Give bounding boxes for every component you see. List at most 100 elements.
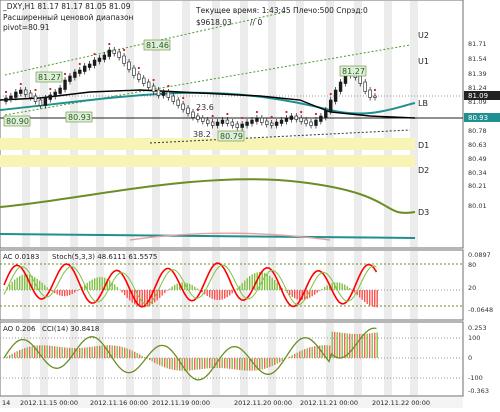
ac-bar <box>74 290 75 293</box>
fractal-marker <box>20 83 22 85</box>
session-shade <box>212 251 220 319</box>
candle-body <box>24 90 27 95</box>
candle-body <box>241 124 244 128</box>
ac-bar <box>192 285 193 290</box>
candle-body <box>44 98 47 106</box>
candle-body <box>182 104 185 110</box>
fractal-marker <box>241 117 243 119</box>
candle-body <box>319 116 322 122</box>
ao-bar <box>159 358 160 365</box>
ao-bar <box>39 345 40 358</box>
ac-bar <box>219 290 220 300</box>
candle-body <box>201 118 204 122</box>
session-shade <box>354 1 362 247</box>
candle-body <box>19 90 22 94</box>
trading-chart-window: 81.46 81.27 81.27 80.90 80.93 80.79 23.6… <box>0 0 500 408</box>
ao-bar <box>92 347 93 358</box>
time-axis-label: 2012.11.19 00:00 <box>152 399 210 407</box>
ac-bar <box>347 286 348 290</box>
ac-bar <box>22 275 23 290</box>
ao-bar <box>204 358 205 369</box>
candle-body <box>167 92 170 98</box>
ac-bar <box>232 290 233 293</box>
ao-tick-label: -100 <box>468 374 483 382</box>
fractal-marker <box>330 93 332 95</box>
time-axis-label: 2012.11.22 00:00 <box>372 399 430 407</box>
ac-bar <box>114 284 115 290</box>
ao-bar <box>244 358 245 371</box>
ac-bar <box>44 285 45 290</box>
fractal-marker <box>108 43 110 45</box>
candle-body <box>226 120 229 124</box>
ao-bar <box>232 358 233 369</box>
ac-bar <box>89 281 90 290</box>
candle-body <box>133 68 136 76</box>
price-tick-label: 81.54 <box>468 55 487 63</box>
level-label-d3: D3 <box>418 208 429 217</box>
ao-bar <box>102 346 103 358</box>
ac-bar <box>77 290 78 291</box>
candle-body <box>152 86 155 92</box>
ao-bar <box>279 358 280 362</box>
ac-bar <box>324 287 325 290</box>
ac-bar <box>274 280 275 290</box>
ac-bar <box>12 282 13 290</box>
ac-bar <box>142 290 143 307</box>
time-axis-label: 2012.11.16 00:00 <box>90 399 148 407</box>
price-axis: 81.7181.5481.3981.2481.0980.9380.7880.63… <box>468 40 487 210</box>
tag-low-3: 80.79 <box>220 132 243 141</box>
ao-bar <box>119 346 120 358</box>
ao-bar <box>372 333 373 358</box>
ao-bar <box>222 358 223 368</box>
ac-bar <box>342 283 343 290</box>
ao-bar <box>132 351 133 358</box>
candle-body <box>310 122 313 126</box>
ac-bar <box>359 290 360 297</box>
ac-tick-label: -0.0648 <box>468 306 493 314</box>
ao-bar <box>307 348 308 358</box>
indicator-name-label: Расширенный ценовой диапазон <box>3 13 134 22</box>
ac-bar <box>214 290 215 300</box>
ao-bar <box>227 358 228 369</box>
ao-bar <box>327 345 328 358</box>
candle-body <box>14 92 17 98</box>
symbol-ohlc-label: _DXY,H1 81.17 81.17 81.05 81.09 <box>2 2 131 11</box>
candle-body <box>211 122 214 126</box>
candle-body <box>49 95 52 100</box>
candle-body <box>280 120 283 124</box>
ao-bar <box>252 358 253 371</box>
ac-value-label: AC 0.0183 <box>3 253 39 261</box>
ao-bar <box>264 358 265 369</box>
ao-tick-label: 0.253 <box>468 324 487 332</box>
ac-bar <box>297 290 298 299</box>
ao-bar <box>154 358 155 363</box>
ao-bar <box>59 347 60 358</box>
candle-body <box>142 78 145 84</box>
session-shade <box>410 323 418 395</box>
ao-bar <box>89 347 90 358</box>
ao-bar <box>44 345 45 358</box>
ao-bar <box>277 358 278 364</box>
ac-bar <box>94 278 95 290</box>
fractal-marker <box>182 97 184 99</box>
chart-canvas[interactable]: 81.46 81.27 81.27 80.90 80.93 80.79 23.6… <box>0 0 500 408</box>
ao-bar <box>17 351 18 358</box>
level-label-d1: D1 <box>418 141 429 150</box>
ac-bar <box>369 290 370 305</box>
session-shade <box>410 1 418 247</box>
ac-bar <box>42 283 43 290</box>
fractal-marker <box>79 63 81 65</box>
ac-bar <box>289 290 290 295</box>
ao-bar <box>127 348 128 358</box>
price-tick-label: 81.71 <box>468 40 487 48</box>
ao-bar <box>357 334 358 358</box>
ac-bar <box>172 287 173 290</box>
level-label-u1: U1 <box>418 57 429 66</box>
candle-body <box>192 112 195 118</box>
ac-bar <box>24 275 25 290</box>
candle-body <box>123 56 126 64</box>
ac-bar <box>242 283 243 290</box>
ao-bar <box>114 346 115 358</box>
price-tick-label: 80.78 <box>468 127 487 135</box>
session-shade <box>70 323 78 395</box>
